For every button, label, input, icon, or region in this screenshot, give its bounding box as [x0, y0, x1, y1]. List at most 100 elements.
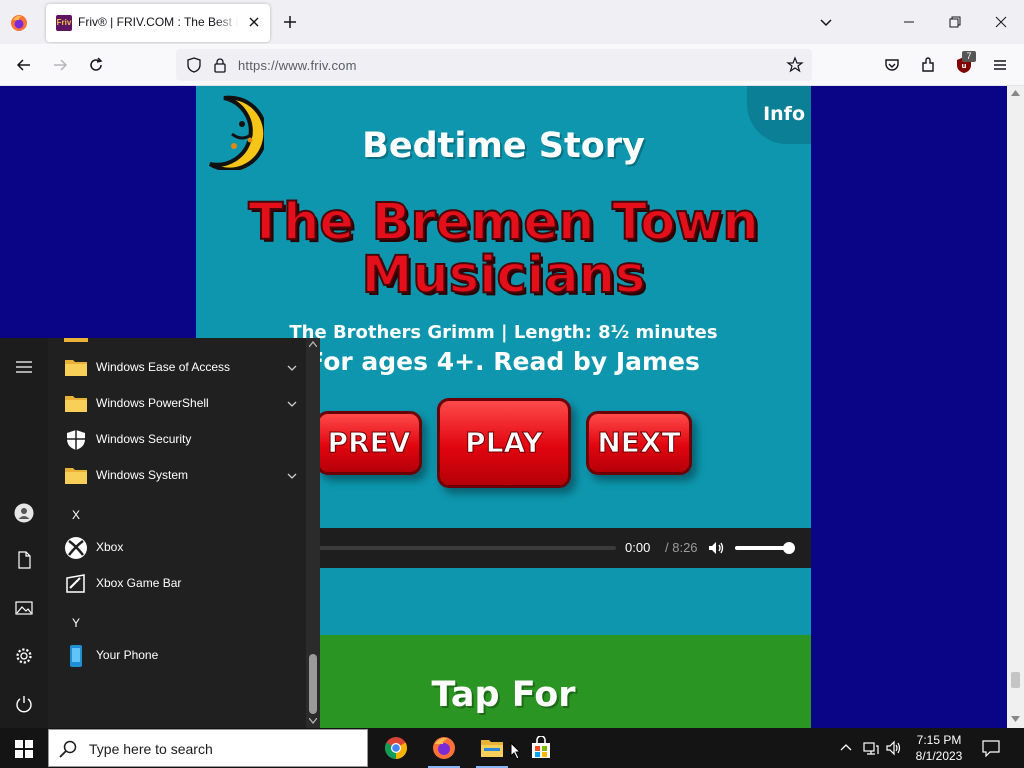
scroll-down-icon[interactable]: [1011, 716, 1020, 722]
expand-menu-icon[interactable]: [15, 358, 33, 376]
settings-gear-icon[interactable]: [15, 647, 33, 665]
tracking-protection-shield-icon[interactable]: [186, 57, 202, 73]
taskbar-firefox[interactable]: [420, 728, 468, 768]
prev-button[interactable]: PREV: [316, 411, 422, 475]
xbox-icon: [65, 537, 87, 559]
taskbar-microsoft-store[interactable]: [516, 728, 564, 768]
app-windows-system[interactable]: Windows System: [48, 458, 306, 494]
bookmark-star-icon[interactable]: [786, 56, 804, 74]
current-time: 0:00: [625, 540, 651, 555]
back-arrow-icon[interactable]: [14, 55, 34, 75]
reload-icon[interactable]: [86, 55, 106, 75]
folder-icon: [64, 338, 88, 342]
story-title-line-2: Musicians: [361, 246, 647, 305]
friv-favicon-icon: Friv: [56, 15, 72, 31]
pictures-icon[interactable]: [15, 599, 33, 617]
minimize-icon[interactable]: [886, 0, 932, 44]
file-explorer-icon: [481, 740, 503, 757]
chevron-down-icon[interactable]: [286, 363, 298, 373]
letter-header-y[interactable]: Y: [72, 616, 80, 630]
info-label: Info: [763, 103, 805, 125]
app-your-phone[interactable]: Your Phone: [48, 638, 306, 674]
search-placeholder: Type here to search: [89, 741, 213, 757]
story-title: The Bremen Town Musicians: [196, 195, 811, 305]
windows-start-icon[interactable]: [15, 740, 33, 758]
letter-header-x[interactable]: X: [72, 508, 80, 522]
documents-icon[interactable]: [15, 551, 33, 569]
forward-arrow-icon[interactable]: [50, 55, 70, 75]
volume-fill: [735, 546, 789, 550]
play-button[interactable]: PLAY: [437, 398, 571, 488]
scroll-up-icon[interactable]: [1011, 90, 1020, 96]
action-center-notification-icon[interactable]: [982, 739, 1000, 757]
active-tab[interactable]: Friv Friv® | FRIV.COM : The Best Free Ga…: [46, 4, 270, 42]
chevron-down-icon[interactable]: [286, 471, 298, 481]
app-label: Windows PowerShell: [96, 396, 209, 410]
microsoft-store-icon: [532, 736, 550, 758]
folder-icon: [65, 396, 87, 412]
volume-slider[interactable]: [735, 542, 795, 554]
taskbar-search-box[interactable]: Type here to search: [48, 729, 368, 767]
scroll-up-icon[interactable]: [309, 341, 317, 347]
window-close-icon[interactable]: [978, 0, 1024, 44]
user-account-icon[interactable]: [14, 503, 34, 523]
app-xbox-game-bar[interactable]: Xbox Game Bar: [48, 566, 306, 602]
phone-icon: [70, 645, 82, 667]
shield-icon: [67, 430, 85, 450]
network-icon[interactable]: [863, 740, 879, 756]
url-text[interactable]: https://www.friv.com: [238, 58, 357, 73]
start-rail: [0, 338, 48, 728]
app-windows-powershell[interactable]: Windows PowerShell: [48, 386, 306, 422]
page-heading: Bedtime Story: [362, 126, 645, 166]
extension-badge: 7: [962, 51, 976, 62]
new-tab-icon[interactable]: [280, 12, 300, 32]
tab-title: Friv® | FRIV.COM : The Best Free Games: [78, 15, 238, 29]
lock-icon[interactable]: [212, 57, 228, 73]
clock-time: 7:15 PM: [916, 733, 962, 747]
taskbar-file-explorer[interactable]: [468, 728, 516, 768]
scrollbar-thumb[interactable]: [1011, 672, 1020, 688]
firefox-icon: [433, 737, 455, 759]
app-windows-ease-of-access[interactable]: Windows Ease of Access: [48, 350, 306, 386]
volume-knob[interactable]: [783, 542, 795, 554]
chevron-down-icon[interactable]: [816, 12, 836, 32]
speaker-volume-icon[interactable]: [886, 740, 902, 756]
seek-bar[interactable]: [314, 546, 616, 550]
start-menu-scrollbar[interactable]: [306, 338, 320, 728]
scrollbar-thumb[interactable]: [309, 654, 317, 714]
pocket-icon[interactable]: [882, 55, 902, 75]
taskbar: Type here to search 7:15 PM 8/1/2023: [0, 728, 1024, 768]
duration: / 8:26: [665, 540, 698, 555]
app-label: Windows Ease of Access: [96, 360, 231, 374]
close-icon[interactable]: [244, 12, 264, 32]
start-menu: Windows Ease of Access Windows PowerShel…: [0, 338, 320, 728]
volume-icon[interactable]: [707, 539, 725, 557]
restore-icon[interactable]: [932, 0, 978, 44]
chevron-down-icon[interactable]: [286, 399, 298, 409]
folder-icon: [65, 360, 87, 376]
extensions-icon[interactable]: [918, 55, 938, 75]
chrome-icon: [385, 737, 407, 759]
firefox-view-icon[interactable]: [10, 14, 28, 32]
clock-date: 8/1/2023: [915, 749, 963, 763]
url-bar[interactable]: https://www.friv.com: [176, 49, 812, 81]
app-label: Xbox Game Bar: [96, 576, 182, 590]
svg-text:u: u: [962, 62, 967, 70]
app-windows-security[interactable]: Windows Security: [48, 422, 306, 458]
app-label: Windows Security: [96, 432, 192, 446]
hamburger-menu-icon[interactable]: [990, 55, 1010, 75]
app-label: Your Phone: [96, 648, 159, 662]
next-button[interactable]: NEXT: [586, 411, 692, 475]
app-xbox[interactable]: Xbox: [48, 530, 306, 566]
page-scrollbar[interactable]: [1007, 86, 1024, 728]
taskbar-chrome[interactable]: [372, 728, 420, 768]
system-clock[interactable]: 7:15 PM 8/1/2023: [908, 732, 970, 764]
power-icon[interactable]: [15, 695, 33, 713]
tab-bar: Friv Friv® | FRIV.COM : The Best Free Ga…: [0, 0, 1024, 44]
tab-title-fade: [216, 12, 238, 34]
scroll-down-icon[interactable]: [309, 718, 317, 724]
show-hidden-icons-chevron-up-icon[interactable]: [838, 740, 854, 756]
app-label: Xbox: [96, 540, 124, 554]
xbox-game-bar-icon: [66, 574, 85, 593]
search-icon: [59, 740, 77, 758]
